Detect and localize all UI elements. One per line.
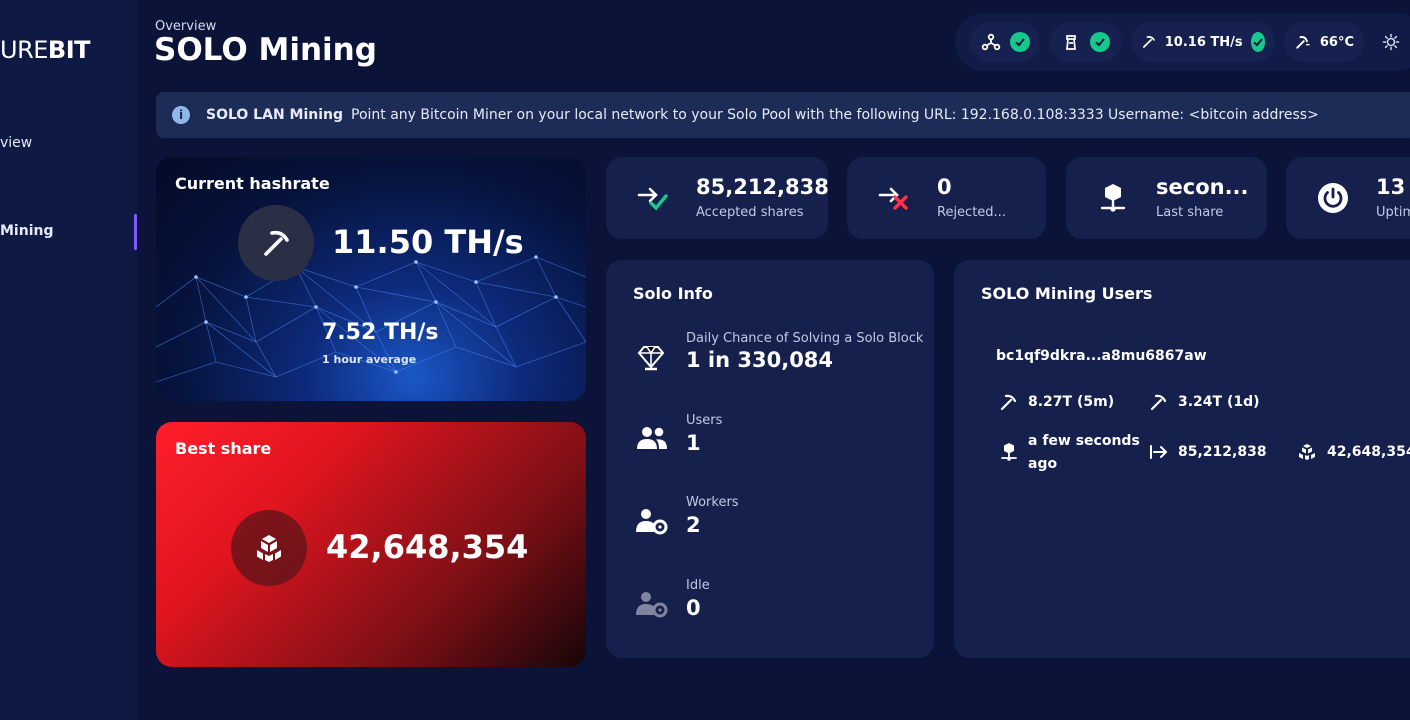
users-icon [636, 425, 668, 455]
pickaxe-icon [999, 393, 1017, 415]
idle-user-icon [636, 590, 668, 622]
users-label: Users [686, 413, 723, 428]
uptime-value: 13 h [1376, 175, 1410, 199]
hashrate-average-value: 7.52 TH/s [322, 320, 439, 345]
logo-text-right: BIT [47, 36, 91, 64]
panel-title: SOLO Mining Users [981, 284, 1153, 303]
blocks-icon [257, 535, 281, 562]
pickaxe-icon [264, 230, 289, 256]
sidebar: UREBIT view Mining [0, 0, 137, 720]
sidebar-item-label: view [0, 135, 33, 151]
diamond-icon [636, 342, 666, 376]
best-share-value: 42,648,354 [326, 528, 529, 566]
accepted-shares-label: Accepted shares [696, 205, 804, 220]
lighthouse-icon [1066, 35, 1076, 50]
sidebar-item-overview[interactable]: view [0, 135, 32, 151]
workers-value: 2 [686, 513, 701, 537]
workers-gear-icon [636, 507, 668, 539]
users-value: 1 [686, 431, 701, 455]
uptime-card: 13 h Uptim [1286, 157, 1410, 239]
info-icon: i [172, 106, 190, 124]
network-icon [981, 33, 1001, 51]
current-hashrate-value: 11.50 TH/s [332, 223, 524, 261]
page-title: SOLO Mining [154, 32, 377, 68]
info-banner: i SOLO LAN Mining Point any Bitcoin Mine… [156, 92, 1410, 138]
node-status-pill[interactable] [1050, 22, 1122, 62]
rejected-shares-card: 0 Rejected... [847, 157, 1046, 239]
solo-mining-users-panel: SOLO Mining Users bc1qf9dkra...a8mu6867a… [954, 260, 1410, 658]
daily-chance-label: Daily Chance of Solving a Solo Block [686, 331, 924, 346]
banner-title: SOLO LAN Mining [206, 107, 344, 123]
accepted-shares-value: 85,212,838 [696, 175, 829, 199]
accepted-shares-card: 85,212,838 Accepted shares [606, 157, 829, 239]
last-share-value: secon... [1156, 175, 1249, 199]
shares-arrow-icon [1149, 444, 1169, 464]
hashrate-average-label: 1 hour average [322, 353, 417, 366]
idle-label: Idle [686, 578, 710, 593]
user-address[interactable]: bc1qf9dkra...a8mu6867aw [996, 348, 1207, 364]
sidebar-item-solo-mining[interactable]: Mining [0, 223, 53, 239]
hashrate-status-pill[interactable]: 10.16 TH/s [1131, 22, 1275, 62]
check-icon [1010, 32, 1030, 52]
last-share-time-line2: ago [1028, 456, 1058, 472]
last-share-label: Last share [1156, 205, 1224, 220]
blocks-badge [231, 510, 307, 586]
network-status-pill[interactable] [970, 22, 1040, 62]
pickaxe-icon [1143, 36, 1155, 48]
last-share-card: secon... Last share [1066, 157, 1267, 239]
check-icon [1090, 32, 1110, 52]
rejected-shares-value: 0 [937, 175, 952, 199]
rejected-arrow-icon [877, 181, 911, 219]
active-nav-indicator [134, 214, 137, 250]
last-share-time-line1: a few seconds [1028, 433, 1140, 449]
best-share-card: Best share 42,648,354 [156, 422, 586, 667]
temperature-status-text: 66°C [1319, 34, 1354, 50]
panel-title: Solo Info [633, 284, 713, 303]
check-icon [1250, 32, 1265, 52]
card-title: Current hashrate [175, 174, 330, 193]
hashrate-5m: 8.27T (5m) [1028, 394, 1115, 410]
banner-text: Point any Bitcoin Miner on your local ne… [351, 107, 1319, 123]
daily-chance-value: 1 in 330,084 [686, 348, 834, 372]
accepted-arrow-icon [636, 181, 670, 219]
idle-value: 0 [686, 596, 701, 620]
solo-info-panel: Solo Info Daily Chance of Solving a Solo… [606, 260, 934, 658]
uptime-label: Uptim [1376, 205, 1410, 220]
power-icon [1316, 181, 1350, 219]
fan-heat-icon [1296, 36, 1310, 49]
theme-toggle-sun-icon[interactable] [1382, 33, 1400, 55]
hashrate-1d: 3.24T (1d) [1178, 394, 1260, 410]
logo-text-left: URE [0, 36, 48, 64]
sidebar-item-label: Mining [0, 223, 54, 239]
brand-logo[interactable]: UREBIT [0, 36, 91, 64]
current-hashrate-card: Current hashrate 11.50 TH/s 7.52 TH/s 1 … [156, 157, 586, 401]
cube-share-icon [1000, 442, 1018, 466]
pickaxe-icon [1149, 393, 1167, 415]
cube-share-icon [1096, 181, 1130, 219]
hashrate-status-text: 10.16 TH/s [1164, 34, 1243, 50]
card-title: Best share [175, 439, 272, 458]
pickaxe-badge [238, 205, 314, 281]
user-best-share: 42,648,354 [1327, 444, 1410, 460]
rejected-shares-label: Rejected... [937, 205, 1006, 220]
temperature-status-pill[interactable]: 66°C [1284, 22, 1364, 62]
workers-label: Workers [686, 495, 739, 510]
user-shares: 85,212,838 [1178, 444, 1267, 460]
blocks-icon [1297, 443, 1317, 465]
